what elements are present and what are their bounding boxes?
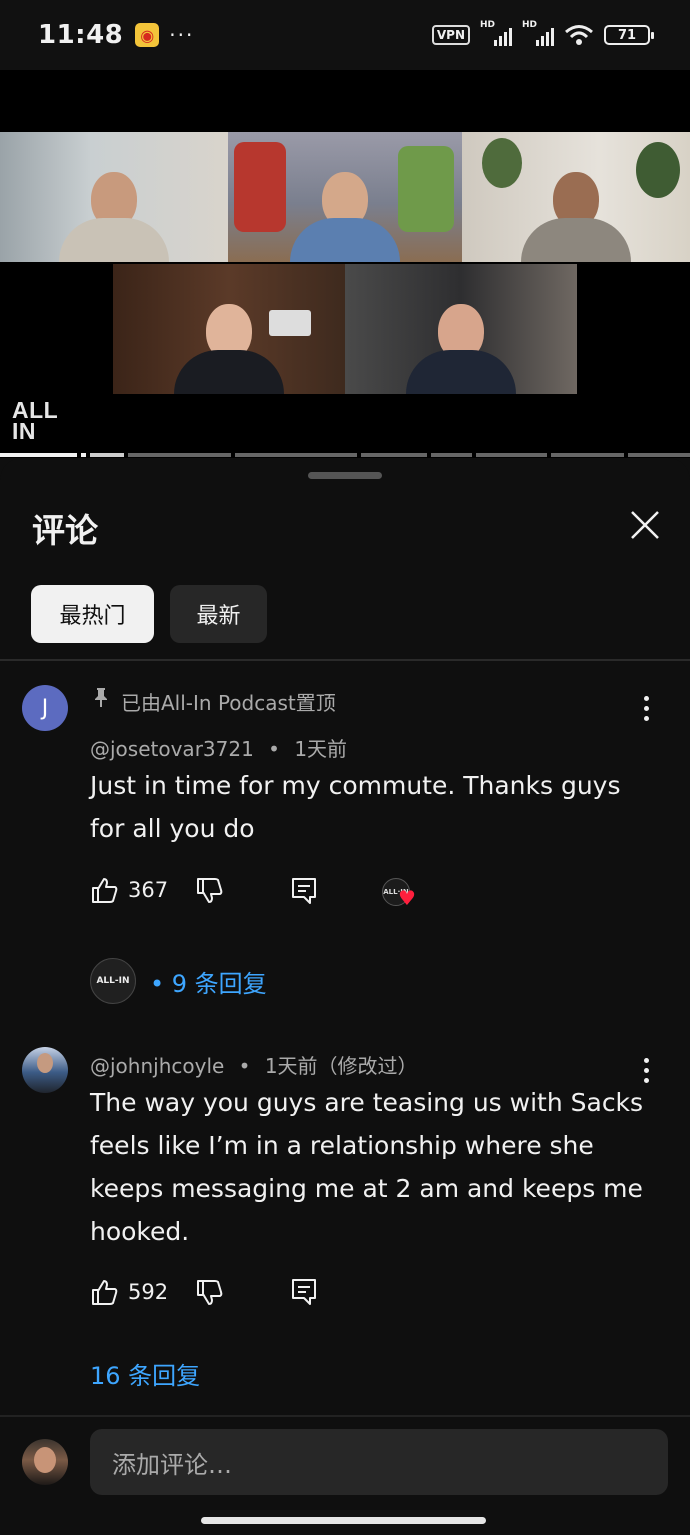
wifi-icon (565, 25, 593, 45)
view-replies-button[interactable]: ALL-IN • 9 条回复 (90, 958, 267, 1004)
more-notifications-icon: ··· (169, 23, 195, 47)
signal-icon: HD (480, 20, 512, 46)
meta-separator: • (238, 1054, 251, 1078)
comment-time: 1天前（修改过） (264, 1054, 418, 1078)
video-tile-1 (0, 132, 228, 262)
reply-icon[interactable] (290, 1277, 318, 1307)
comment-meta: @josetovar3721 • 1天前 (90, 733, 347, 762)
pin-icon (95, 688, 107, 707)
comment-author[interactable]: @josetovar3721 (90, 737, 254, 761)
reply-icon[interactable] (290, 876, 318, 906)
participant-1 (59, 166, 169, 262)
vpn-badge: VPN (431, 25, 470, 45)
comment-text: The way you guys are teasing us with Sac… (90, 1088, 644, 1246)
weibo-app-icon: ◉ (135, 23, 160, 47)
signal-icon-2: HD (522, 20, 554, 46)
thumbs-up-icon (92, 1280, 118, 1305)
participant-5 (406, 298, 516, 394)
like-count: 367 (128, 878, 169, 902)
view-replies-button[interactable]: 16 条回复 (90, 1356, 200, 1391)
avatar[interactable]: J (22, 685, 68, 731)
creator-heart-icon: ALL·IN ♥ (382, 876, 418, 910)
panel-title: 评论 (32, 511, 98, 550)
user-avatar (22, 1439, 68, 1485)
video-tile-5 (345, 264, 577, 394)
video-tile-2 (228, 132, 462, 262)
like-count: 592 (128, 1280, 169, 1304)
video-tile-3 (462, 132, 690, 262)
pinned-label: 已由All-In Podcast置顶 (121, 691, 336, 715)
like-button[interactable]: 592 (90, 1277, 168, 1307)
comment-text: Just in time for my commute. Thanks guys… (90, 771, 621, 843)
thumbs-up-icon (92, 878, 118, 903)
thumbs-down-icon[interactable] (195, 876, 225, 906)
participant-4 (174, 298, 284, 394)
replies-label: 16 条回复 (90, 1362, 201, 1390)
participant-2 (290, 166, 400, 262)
close-icon[interactable] (626, 506, 664, 544)
creator-reply-avatar: ALL-IN (90, 958, 136, 1004)
brand-line-2: IN (12, 418, 36, 444)
replies-label: • 9 条回复 (150, 969, 267, 998)
status-time: 11:48 (38, 20, 124, 50)
filter-newest[interactable]: 最新 (170, 585, 267, 643)
meta-separator: • (268, 737, 280, 761)
comments-sheet: 评论 最热门 最新 J 已由All-In Podcast置顶 @josetova… (0, 458, 690, 1535)
comment-composer: 添加评论… (0, 1415, 690, 1535)
comment-time: 1天前 (294, 737, 348, 761)
video-progress-bar[interactable] (0, 453, 690, 457)
filter-top-comments[interactable]: 最热门 (31, 585, 154, 643)
more-options-icon[interactable] (636, 692, 656, 724)
video-player[interactable]: ALL IN (0, 70, 690, 458)
thumbs-down-icon[interactable] (195, 1278, 225, 1308)
status-bar: 11:48 ◉ ··· VPN HD HD 71 (0, 0, 690, 70)
comment-author[interactable]: @johnjhcoyle (90, 1054, 224, 1078)
video-tile-4 (113, 264, 345, 394)
battery-indicator: 71 (604, 25, 654, 45)
drag-handle[interactable] (308, 472, 382, 479)
like-button[interactable]: 367 (90, 875, 168, 905)
all-in-logo: ALL IN (12, 399, 58, 444)
add-comment-input[interactable]: 添加评论… (90, 1429, 668, 1495)
avatar[interactable] (22, 1047, 68, 1093)
more-options-icon[interactable] (636, 1054, 656, 1086)
divider (0, 659, 690, 661)
participant-3 (521, 166, 631, 262)
comment-meta: @johnjhcoyle • 1天前（修改过） (90, 1050, 418, 1079)
avatar-letter: J (41, 695, 49, 721)
home-indicator[interactable] (201, 1517, 486, 1524)
